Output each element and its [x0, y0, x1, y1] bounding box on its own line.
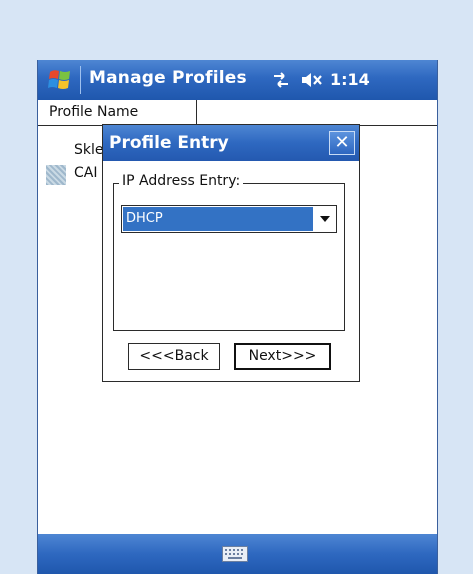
- windows-flag-icon[interactable]: [46, 66, 76, 94]
- dialog-title-bar: Profile Entry ✕: [103, 125, 359, 161]
- list-item-label: CAI: [74, 165, 98, 181]
- profile-entry-dialog: Profile Entry ✕ IP Address Entry: DHCP <…: [102, 124, 360, 382]
- clock[interactable]: 1:14: [330, 70, 370, 89]
- list-item-label: Skle: [74, 142, 104, 158]
- column-header-empty[interactable]: [198, 100, 437, 125]
- close-button[interactable]: ✕: [329, 131, 355, 155]
- volume-muted-icon[interactable]: [300, 70, 324, 90]
- back-button[interactable]: <<<Back: [128, 343, 220, 370]
- dialog-title: Profile Entry: [109, 133, 229, 153]
- list-header: Profile Name: [38, 100, 437, 126]
- chevron-down-icon[interactable]: [320, 216, 330, 222]
- select-value: DHCP: [123, 207, 313, 231]
- list-item[interactable]: CAI: [74, 165, 97, 181]
- ip-address-select[interactable]: DHCP: [121, 205, 337, 233]
- connectivity-icon[interactable]: [270, 70, 292, 90]
- profile-icon: [46, 165, 66, 185]
- menu-bar: [38, 534, 437, 574]
- title-separator: [80, 66, 81, 94]
- keyboard-icon[interactable]: [222, 546, 248, 562]
- app-title: Manage Profiles: [89, 68, 247, 88]
- column-header-profile-name[interactable]: Profile Name: [38, 100, 197, 125]
- title-bar: Manage Profiles 1:14: [38, 60, 437, 100]
- list-item[interactable]: Skle: [74, 142, 104, 158]
- group-label: IP Address Entry:: [119, 173, 244, 189]
- next-button[interactable]: Next>>>: [234, 343, 331, 370]
